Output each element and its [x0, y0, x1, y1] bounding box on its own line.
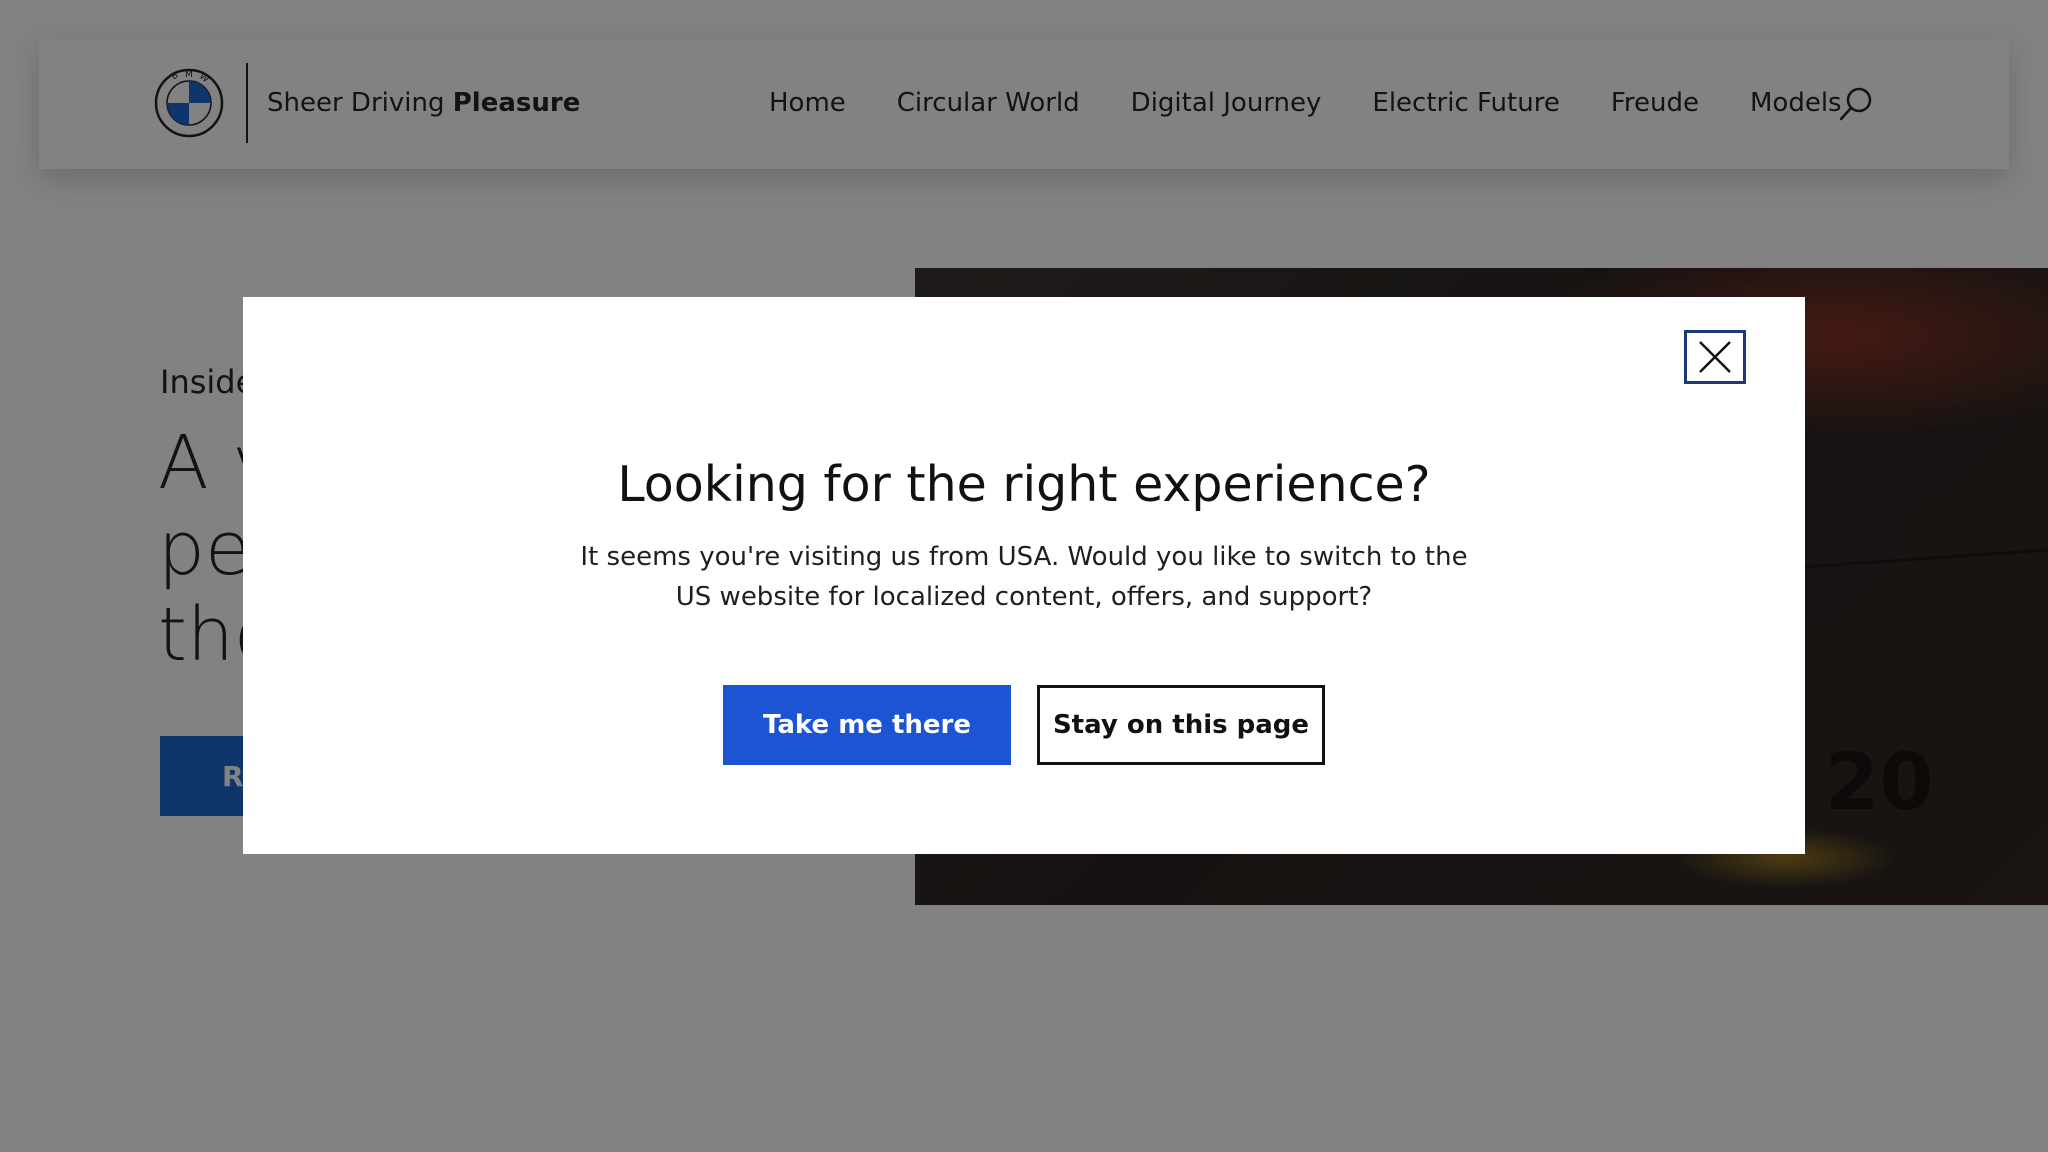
modal-title: Looking for the right experience? — [617, 456, 1431, 513]
stay-on-page-button[interactable]: Stay on this page — [1037, 685, 1325, 765]
region-modal: Looking for the right experience? It see… — [243, 297, 1805, 854]
close-icon — [1699, 341, 1731, 373]
close-button[interactable] — [1684, 330, 1746, 384]
take-me-there-button[interactable]: Take me there — [723, 685, 1011, 765]
modal-message: It seems you're visiting us from USA. Wo… — [580, 542, 1468, 612]
